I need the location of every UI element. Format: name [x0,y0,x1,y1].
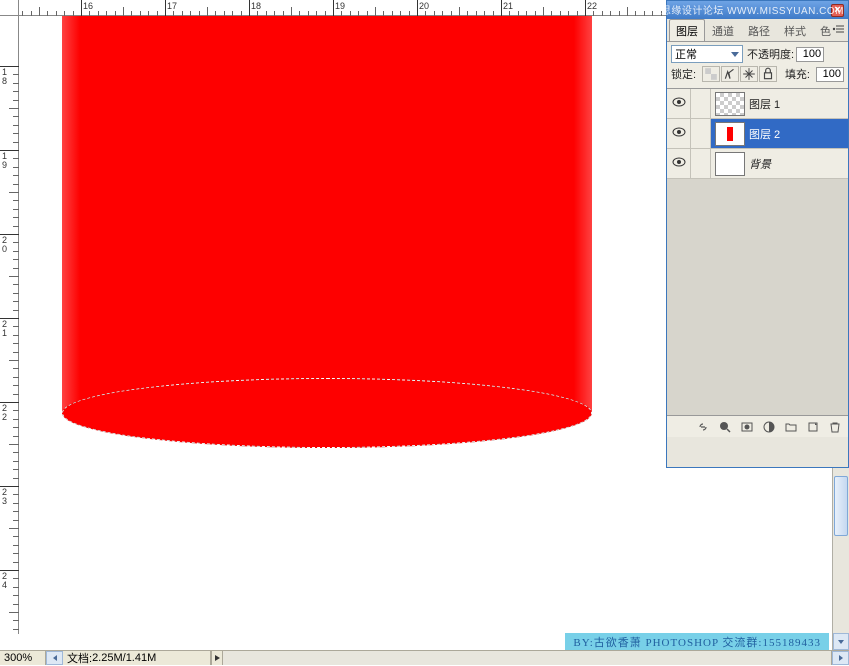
new-layer-button[interactable] [803,419,823,435]
layer-thumbnail[interactable] [715,92,745,116]
lock-pixels-button[interactable] [721,66,739,82]
watermark-text: 思缘设计论坛 WWW.MISSYUAN.COM [607,2,844,17]
link-column[interactable] [691,89,711,118]
lock-transparency-button[interactable] [702,66,720,82]
panel-options: 正常 不透明度: 100 锁定: 填充: 100 [667,41,848,88]
layer-name[interactable]: 背景 [749,156,771,172]
layer-mask-button[interactable] [737,419,757,435]
opacity-label: 不透明度: [747,46,794,62]
lock-all-button[interactable] [759,66,777,82]
lock-position-button[interactable] [740,66,758,82]
lock-label: 锁定: [671,66,696,82]
delete-layer-button[interactable] [825,419,845,435]
eye-icon [672,125,686,142]
zoom-field[interactable]: 300% [0,651,46,665]
panel-menu-icon[interactable] [831,23,845,35]
credit-text: BY:古欲香萧 PHOTOSHOP 交流群:155189433 [565,633,829,651]
fill-input[interactable]: 100 [816,67,844,82]
layer-row[interactable]: 图层 2 [667,119,848,149]
scroll-right-button[interactable] [832,651,849,665]
panel-footer [667,415,848,437]
layers-panel: 思缘设计论坛 WWW.MISSYUAN.COM 图层 通道 路径 样式 色 正常… [666,0,849,468]
ruler-corner [0,0,19,16]
link-layers-button[interactable] [693,419,713,435]
credit-bar: BY:古欲香萧 PHOTOSHOP 交流群:155189433 [0,634,849,650]
layer-thumbnail[interactable] [715,152,745,176]
red-cylinder-shape [62,16,592,436]
ruler-vertical: 18192021222324 [0,16,19,650]
adjustment-layer-button[interactable] [759,419,779,435]
visibility-toggle[interactable] [667,149,691,178]
doc-label: 文档: [67,650,92,666]
eye-icon [672,95,686,112]
horizontal-scrollbar[interactable] [223,651,832,665]
layer-style-button[interactable] [715,419,735,435]
layer-row[interactable]: 图层 1 [667,89,848,119]
chevron-down-icon [731,52,739,57]
scroll-down-button[interactable] [833,633,849,650]
selection-ellipse [62,378,592,448]
tab-styles[interactable]: 样式 [777,19,813,41]
blend-mode-value: 正常 [675,46,697,62]
layer-name[interactable]: 图层 1 [749,96,780,112]
tab-paths[interactable]: 路径 [741,19,777,41]
status-bar: 300% 文档: 2.25M/1.41M [0,650,849,665]
link-column[interactable] [691,119,711,148]
opacity-input[interactable]: 100 [796,47,824,62]
doc-status[interactable]: 文档: 2.25M/1.41M [63,651,211,665]
vertical-scrollbar[interactable] [832,468,849,650]
scroll-left-button[interactable] [46,651,63,665]
visibility-toggle[interactable] [667,89,691,118]
tab-layers[interactable]: 图层 [669,19,705,41]
eye-icon [672,155,686,172]
layer-thumbnail[interactable] [715,122,745,146]
tab-channels[interactable]: 通道 [705,19,741,41]
layer-name[interactable]: 图层 2 [749,126,780,142]
blend-mode-select[interactable]: 正常 [671,45,743,63]
layer-row[interactable]: 背景 [667,149,848,179]
scrollbar-thumb[interactable] [834,476,848,536]
doc-size: 2.25M/1.41M [92,652,156,664]
panel-tabs: 图层 通道 路径 样式 色 [667,19,848,41]
play-icon[interactable] [211,651,223,665]
panel-titlebar[interactable]: 思缘设计论坛 WWW.MISSYUAN.COM [667,1,848,19]
layer-list: 图层 1 图层 2 背景 [667,88,848,415]
layer-list-empty [667,179,848,415]
visibility-toggle[interactable] [667,119,691,148]
group-button[interactable] [781,419,801,435]
link-column[interactable] [691,149,711,178]
fill-label: 填充: [785,66,810,82]
